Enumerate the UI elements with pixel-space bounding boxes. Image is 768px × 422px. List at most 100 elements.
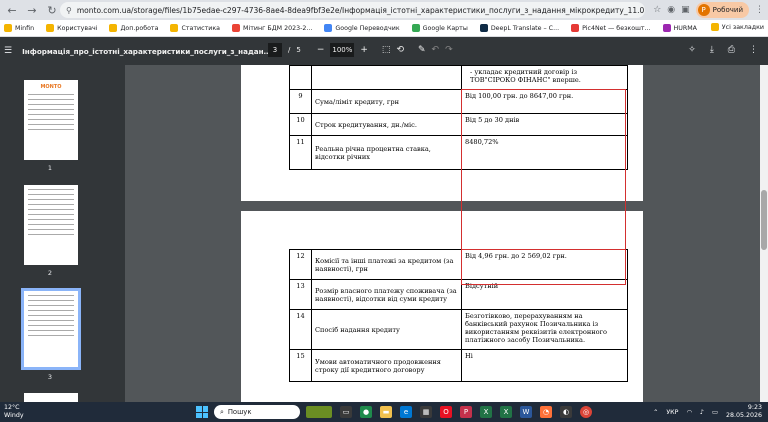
pdf-viewer[interactable]: - укладає кредитний договір із ТОВ"СІРОК… bbox=[125, 65, 768, 402]
bookmark-label: Доп.робота bbox=[120, 24, 159, 32]
extensions-icon[interactable]: ▣ bbox=[681, 5, 690, 15]
thumbnail-sidebar: MONTO 1 2 3 bbox=[0, 65, 125, 413]
thumbnail-page-1[interactable]: MONTO bbox=[24, 80, 78, 160]
bookmark-item[interactable]: Користувачі bbox=[46, 24, 97, 32]
page-total: 5 bbox=[296, 46, 301, 54]
powerpoint-icon[interactable]: P bbox=[460, 406, 472, 418]
bookmark-label: Google Переводчик bbox=[335, 24, 400, 32]
firefox-icon[interactable]: ◔ bbox=[540, 406, 552, 418]
table-row: 15 Умови автоматичного продовження строк… bbox=[289, 349, 628, 382]
word-icon[interactable]: W bbox=[520, 406, 532, 418]
row-value: Безготівково, перерахуванням на банківсь… bbox=[461, 309, 628, 350]
bookmark-icon bbox=[232, 24, 241, 32]
zoom-in-icon[interactable]: + bbox=[360, 45, 368, 55]
clock-time: 9:23 bbox=[747, 404, 762, 411]
bookmark-icon bbox=[170, 24, 179, 32]
row-value: Ні bbox=[461, 349, 628, 382]
row-description: Спосіб надання кредиту bbox=[311, 309, 462, 350]
file-explorer-icon[interactable]: ▬ bbox=[380, 406, 392, 418]
table-row: - укладає кредитний договір із ТОВ"СІРОК… bbox=[289, 65, 628, 90]
volume-icon[interactable]: ♪ bbox=[700, 409, 704, 416]
more-icon[interactable]: ⋮ bbox=[749, 45, 758, 55]
bookmark-item[interactable]: Pic4Net — безкошт... bbox=[571, 24, 651, 32]
bookmark-label: Статистика bbox=[181, 24, 221, 32]
chrome-icon[interactable]: ◎ bbox=[580, 406, 592, 418]
download-icon[interactable]: ⤓ bbox=[710, 45, 714, 55]
search-placeholder: Пошук bbox=[227, 408, 252, 416]
widget-icon[interactable] bbox=[306, 406, 332, 418]
bookmark-item[interactable]: Статистика bbox=[170, 24, 220, 32]
wifi-icon[interactable]: ◠ bbox=[686, 409, 692, 416]
all-bookmarks-button[interactable]: Усі закладки bbox=[710, 23, 764, 31]
rotate-icon[interactable]: ⟲ bbox=[396, 45, 404, 55]
task-view-icon[interactable]: ▭ bbox=[340, 406, 352, 418]
draw-icon[interactable]: ✎ bbox=[418, 45, 426, 55]
row-number: 15 bbox=[289, 349, 312, 382]
thumbnail-page-2[interactable] bbox=[24, 185, 78, 265]
chat-icon[interactable]: ● bbox=[360, 406, 372, 418]
star-icon[interactable]: ☆ bbox=[653, 5, 661, 15]
reload-icon[interactable]: ↻ bbox=[44, 2, 60, 18]
zoom-out-icon[interactable]: − bbox=[317, 45, 325, 55]
scrollbar-thumb[interactable] bbox=[761, 190, 767, 250]
bookmark-label: Мітинг БДМ 2023-2... bbox=[243, 24, 313, 32]
row-number: 13 bbox=[289, 279, 312, 310]
weather-widget[interactable]: 12°C Windy bbox=[4, 404, 24, 420]
windows-start-icon[interactable] bbox=[196, 406, 208, 418]
edge-icon[interactable]: e bbox=[400, 406, 412, 418]
opera-icon[interactable]: O bbox=[440, 406, 452, 418]
table-cell: - укладає кредитний договір із ТОВ"СІРОК… bbox=[461, 65, 628, 90]
zoom-input[interactable]: 100% bbox=[330, 43, 355, 57]
back-icon[interactable]: ← bbox=[4, 2, 20, 18]
sidebar-toggle-icon[interactable]: ☰ bbox=[4, 46, 12, 56]
row-number: 14 bbox=[289, 309, 312, 350]
fit-page-icon[interactable]: ⬚ bbox=[382, 45, 391, 55]
page-separator: / bbox=[288, 46, 291, 54]
bookmark-icon bbox=[571, 24, 580, 32]
bookmark-label: Minfin bbox=[15, 24, 35, 32]
row-description: Реальна річна процентна ставка, відсотки… bbox=[311, 135, 462, 170]
bookmark-item[interactable]: Minfin bbox=[4, 24, 34, 32]
clock[interactable]: 9:23 28.05.2026 bbox=[726, 404, 762, 420]
pdf-toolbar: ☰ Інформація_про_істотні_характеристики_… bbox=[0, 37, 768, 65]
undo-icon[interactable]: ↶ bbox=[432, 45, 440, 55]
language-indicator[interactable]: УКР bbox=[666, 409, 678, 416]
pdf-title: Інформація_про_істотні_характеристики_по… bbox=[22, 46, 273, 56]
bookmark-label: Pic4Net — безкошт... bbox=[582, 24, 651, 32]
windows-taskbar: 12°C Windy ⌕ Пошук ▭ ● ▬ e ▦ O P X X W ◔… bbox=[0, 402, 768, 422]
print-icon[interactable]: ⎙ bbox=[728, 45, 735, 55]
row-number: 12 bbox=[289, 249, 312, 280]
bookmark-item[interactable]: Доп.робота bbox=[109, 24, 158, 32]
site-info-icon[interactable]: ⚲ bbox=[66, 6, 72, 15]
bookmark-icon bbox=[46, 24, 55, 32]
bookmark-item[interactable]: DeepL Translate – С... bbox=[479, 24, 559, 32]
bookmark-item[interactable]: HURMA bbox=[662, 24, 697, 32]
excel-icon-2[interactable]: X bbox=[500, 406, 512, 418]
battery-icon[interactable]: ▭ bbox=[712, 409, 718, 416]
excel-icon[interactable]: X bbox=[480, 406, 492, 418]
forward-icon[interactable]: → bbox=[24, 2, 40, 18]
taskbar-search[interactable]: ⌕ Пошук bbox=[214, 405, 300, 419]
ai-icon[interactable]: ✧ bbox=[688, 45, 696, 55]
redo-icon[interactable]: ↷ bbox=[445, 45, 453, 55]
bookmark-icon bbox=[411, 24, 420, 32]
address-bar[interactable]: ⚲ monto.com.ua/storage/files/1b75edae-c2… bbox=[60, 2, 645, 18]
profile-button[interactable]: Р Робочий bbox=[695, 2, 749, 18]
store-icon[interactable]: ▦ bbox=[420, 406, 432, 418]
bookmarks-bar: Minfin Користувачі Доп.робота Статистика Міт… bbox=[0, 20, 768, 37]
menu-icon[interactable]: ⋮ bbox=[755, 5, 764, 15]
row-description: Умови автоматичного продовження строку д… bbox=[311, 349, 462, 382]
bookmark-item[interactable]: Google Переводчик bbox=[324, 24, 400, 32]
thumbnail-page-3[interactable] bbox=[21, 288, 81, 370]
page-number-input[interactable]: 3 bbox=[268, 43, 282, 57]
search-icon: ⌕ bbox=[220, 407, 224, 416]
camera-icon[interactable]: ◉ bbox=[667, 5, 675, 15]
bookmark-label: Користувачі bbox=[57, 24, 98, 32]
thumbnail-label: 2 bbox=[47, 269, 53, 277]
teams-icon[interactable]: ◐ bbox=[560, 406, 572, 418]
bookmark-item[interactable]: Мітинг БДМ 2023-2... bbox=[232, 24, 312, 32]
row-description: Розмір власного платежу споживача (за на… bbox=[311, 279, 462, 310]
row-number: 11 bbox=[289, 135, 312, 170]
tray-chevron-icon[interactable]: ⌃ bbox=[653, 409, 658, 416]
bookmark-item[interactable]: Google Карты bbox=[411, 24, 468, 32]
